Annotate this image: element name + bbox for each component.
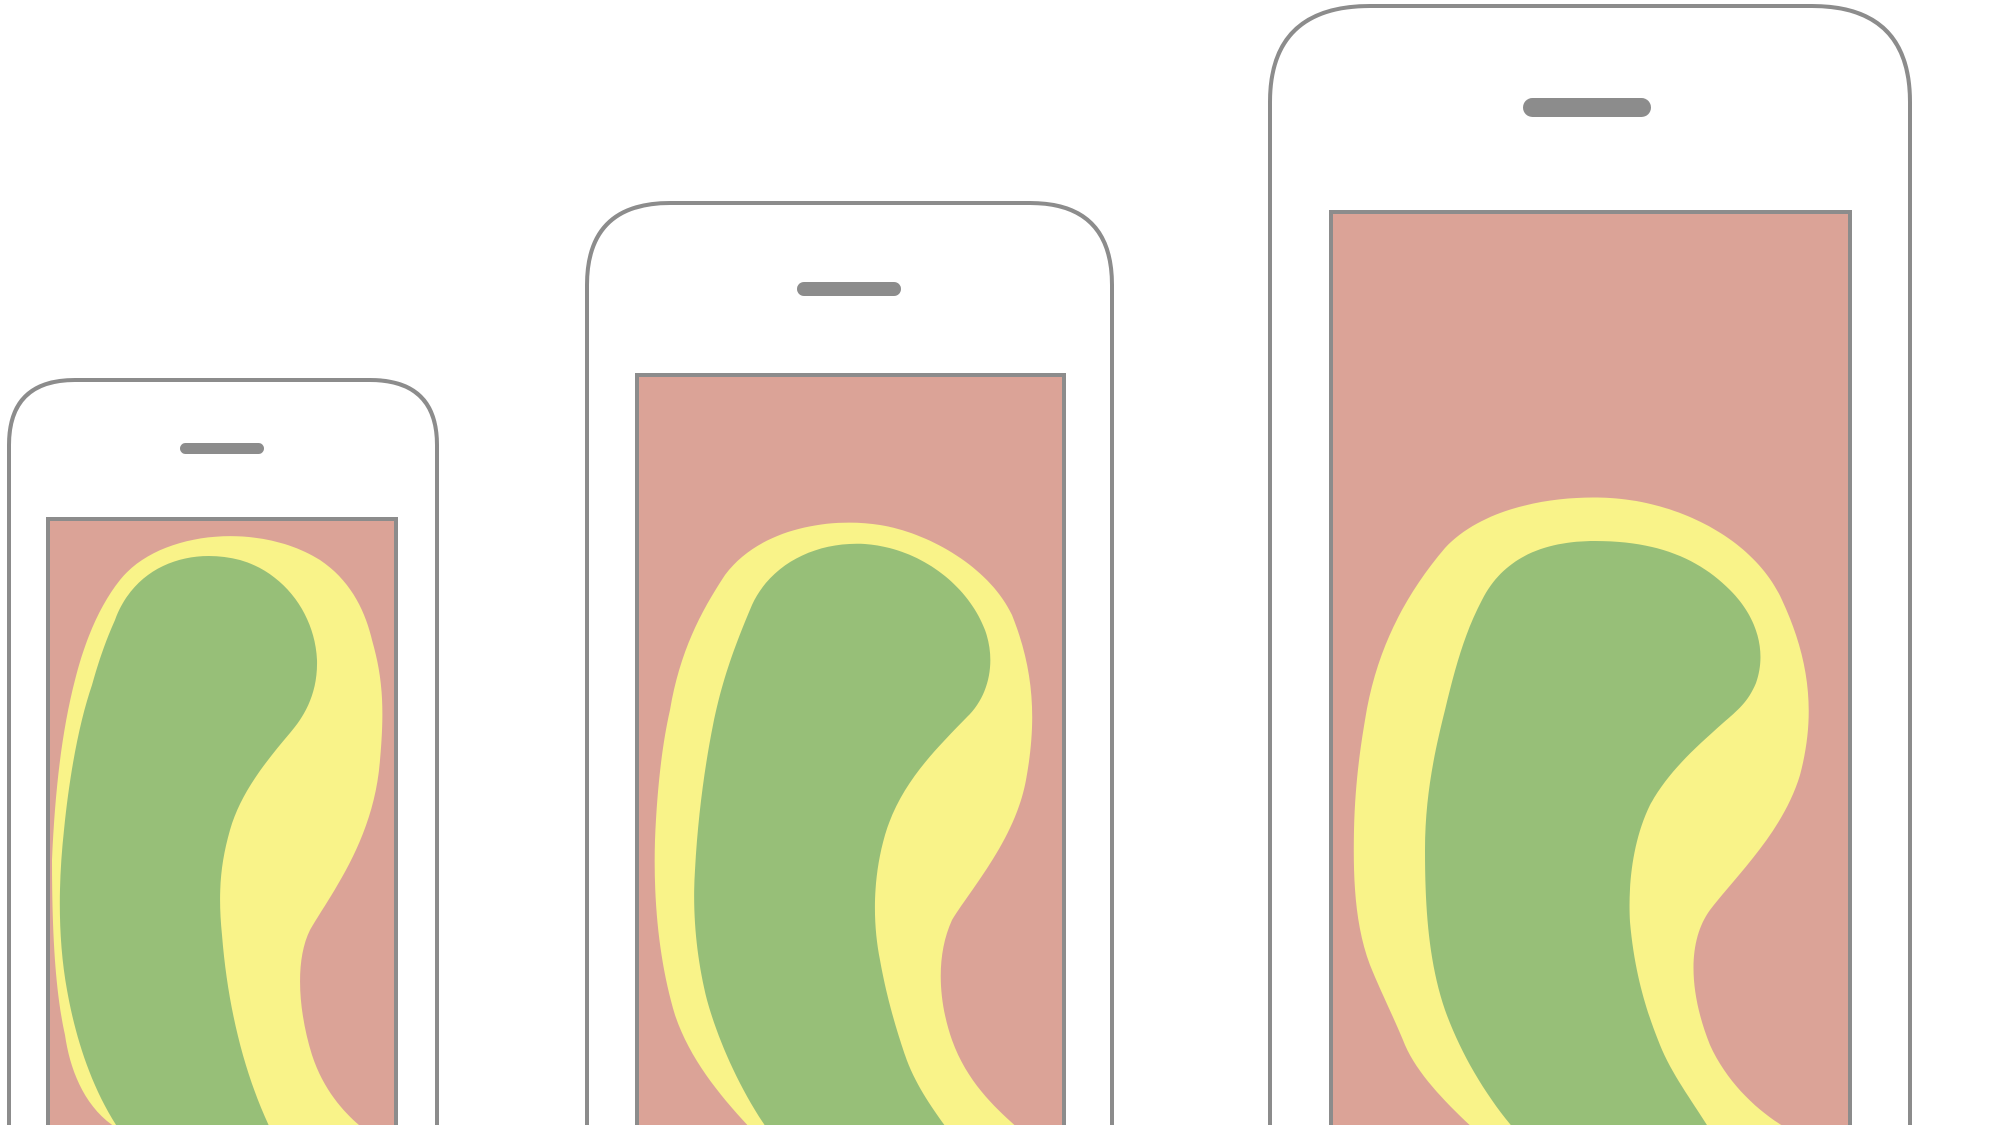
small-phone-speaker-slot [180,443,264,454]
phone-sizes-diagram [0,0,2000,1125]
medium-phone-speaker-slot [797,282,901,296]
large-phone-speaker-slot [1523,98,1651,117]
medium-phone [585,201,1114,1125]
small-phone [7,378,439,1125]
large-phone [1268,4,1912,1125]
